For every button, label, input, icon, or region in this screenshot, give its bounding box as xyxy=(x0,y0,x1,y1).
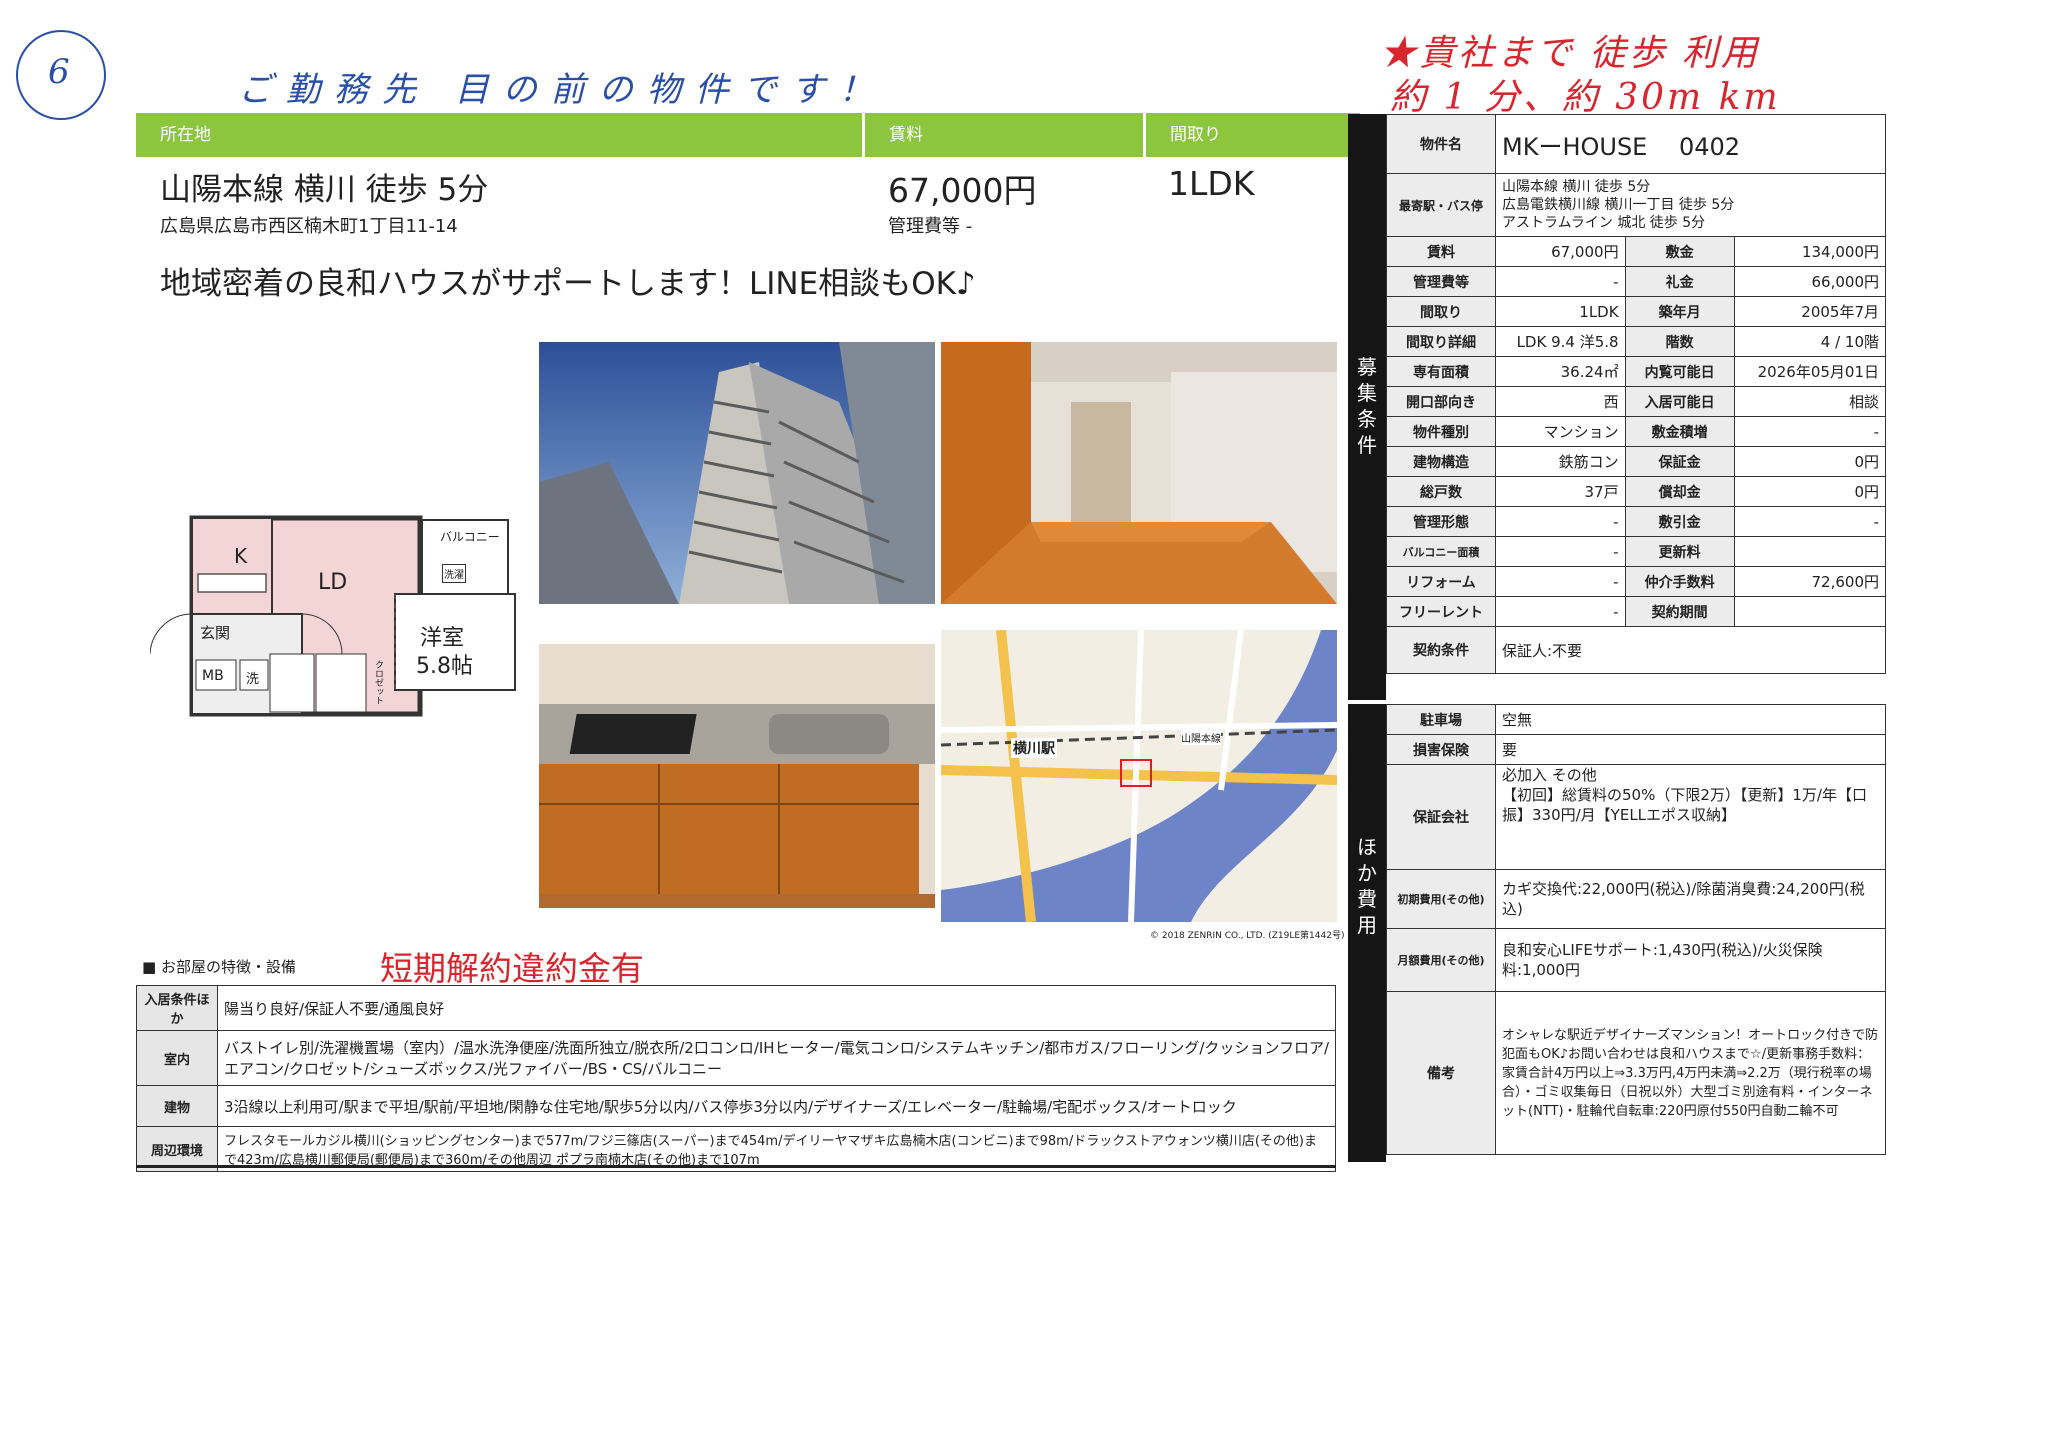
station-summary: 山陽本線 横川 徒歩 5分 xyxy=(160,172,489,208)
initial-cost-value: カギ交換代:22,000円(税込)/除菌消臭費:24,200円(税込) xyxy=(1495,869,1886,929)
features-table: 入居条件ほか 陽当り良好/保証人不要/通風良好 室内 バストイレ別/洗濯機置場（… xyxy=(136,985,1336,1172)
floorplan-closet: クロゼット xyxy=(373,660,383,705)
contract-terms: 保証人:不要 xyxy=(1495,626,1886,674)
other-costs-table: 駐車場 空無 損害保険 要 保証会社 必加入 その他 【初回】総賃料の50%（下… xyxy=(1386,704,1886,1155)
layout-header: 間取り xyxy=(1146,113,1360,157)
layout-summary: 1LDK xyxy=(1168,164,1255,203)
mgmt-fee-summary: 管理費等 - xyxy=(888,216,973,237)
remarks-value: オシャレな駅近デザイナーズマンション！オートロック付きで防犯面もOK♪お問い合わ… xyxy=(1495,991,1886,1155)
table-row: リフォーム - 仲介手数料 72,600円 xyxy=(1386,566,1887,597)
floorplan-k: K xyxy=(234,544,248,568)
short-term-penalty-note: 短期解約違約金有 xyxy=(380,949,644,988)
table-row: 賃料 67,000円 敷金 134,000円 xyxy=(1386,236,1887,267)
table-row: 駐車場 空無 xyxy=(1386,704,1886,735)
catchphrase: 地域密着の良和ハウスがサポートします！LINE相談もOK♪ xyxy=(160,266,976,302)
area-map: 横川駅 山陽本線 xyxy=(941,630,1337,922)
other-costs-header: ほ か 費 用 xyxy=(1348,704,1386,1162)
guarantor-value: 必加入 その他 【初回】総賃料の50%（下限2万）【更新】1万/年【口振】330… xyxy=(1495,764,1886,870)
parking-value: 空無 xyxy=(1495,704,1886,735)
table-row: 建物 3沿線以上利用可/駅まで平坦/駅前/平坦地/閑静な住宅地/駅歩5分以内/バ… xyxy=(136,1085,1336,1127)
feature-label: 建物 xyxy=(136,1085,218,1127)
map-line-label: 山陽本線 xyxy=(1181,730,1221,745)
feature-text: 3沿線以上利用可/駅まで平坦/駅前/平坦地/閑静な住宅地/駅歩5分以内/バス停歩… xyxy=(217,1085,1336,1127)
table-row: 保証会社 必加入 その他 【初回】総賃料の50%（下限2万）【更新】1万/年【口… xyxy=(1386,764,1886,870)
table-row: 専有面積 36.24㎡ 内覧可能日 2026年05月01日 xyxy=(1386,356,1887,387)
nearest-stations: 山陽本線 横川 徒歩 5分 広島電鉄横川線 横川一丁目 徒歩 5分 アストラムラ… xyxy=(1495,173,1886,237)
feature-text: 陽当り良好/保証人不要/通風良好 xyxy=(217,985,1336,1031)
property-spec-table: 物件名 MKーHOUSE 0402 最寄駅・バス停 山陽本線 横川 徒歩 5分 … xyxy=(1386,114,1887,674)
feature-label: 室内 xyxy=(136,1030,218,1086)
page-number: 6 xyxy=(48,52,70,92)
table-row: 室内 バストイレ別/洗濯機置場（室内）/温水洗浄便座/洗面所独立/脱衣所/2口コ… xyxy=(136,1030,1336,1086)
table-row: 入居条件ほか 陽当り良好/保証人不要/通風良好 xyxy=(136,985,1336,1031)
table-row: 建物構造 鉄筋コン 保証金 0円 xyxy=(1386,446,1887,477)
nearest-station-label: 最寄駅・バス停 xyxy=(1386,173,1496,237)
location-header: 所在地 xyxy=(136,113,862,157)
recruitment-terms-header: 募 集 条 件 xyxy=(1348,114,1386,700)
table-row: 物件名 MKーHOUSE 0402 xyxy=(1386,114,1886,174)
map-copyright: © 2018 ZENRIN CO., LTD. (Z19LE第1442号) xyxy=(1150,931,1345,941)
table-row: 間取り 1LDK 築年月 2005年7月 xyxy=(1386,296,1887,327)
insurance-value: 要 xyxy=(1495,734,1886,765)
table-row: 管理形態 - 敷引金 - xyxy=(1386,506,1887,537)
feature-text: バストイレ別/洗濯機置場（室内）/温水洗浄便座/洗面所独立/脱衣所/2口コンロ/… xyxy=(217,1030,1336,1086)
floorplan-washer: 洗濯 xyxy=(442,564,466,583)
table-row: 最寄駅・バス停 山陽本線 横川 徒歩 5分 広島電鉄横川線 横川一丁目 徒歩 5… xyxy=(1386,173,1886,237)
contract-terms-label: 契約条件 xyxy=(1386,626,1496,674)
features-bottom-rule xyxy=(136,1165,1336,1168)
handwritten-access-line2: 約 1 分、約 30m km xyxy=(1390,77,1781,118)
floorplan-ld: LD xyxy=(318,570,348,595)
floorplan: K LD バルコニー 洗濯 玄関 MB 洗 洋室 5.8帖 クロゼット xyxy=(149,514,520,724)
property-name-label: 物件名 xyxy=(1386,114,1496,174)
monthly-cost-value: 良和安心LIFEサポート:1,430円(税込)/火災保険料:1,000円 xyxy=(1495,928,1886,992)
floorplan-entrance: 玄関 xyxy=(200,624,231,642)
floorplan-wash: 洗 xyxy=(246,672,260,687)
table-row: フリーレント - 契約期間 xyxy=(1386,596,1887,627)
map-station-label: 横川駅 xyxy=(1011,738,1057,758)
floorplan-mb: MB xyxy=(202,668,224,684)
table-row: 月額費用(その他) 良和安心LIFEサポート:1,430円(税込)/火災保険料:… xyxy=(1386,928,1886,992)
living-room-photo xyxy=(941,342,1337,604)
table-row: 間取り詳細 LDK 9.4 洋5.8 階数 4 / 10階 xyxy=(1386,326,1887,357)
rent-summary: 67,000円 xyxy=(888,171,1037,210)
table-row: 備考 オシャレな駅近デザイナーズマンション！オートロック付きで防犯面もOK♪お問… xyxy=(1386,991,1886,1155)
table-row: 契約条件 保証人:不要 xyxy=(1386,626,1886,674)
handwritten-note: ご勤務先 目の前の物件です！ xyxy=(238,70,887,110)
table-row: 総戸数 37戸 償却金 0円 xyxy=(1386,476,1887,507)
table-row: バルコニー面積 - 更新料 xyxy=(1386,536,1887,567)
property-name: MKーHOUSE 0402 xyxy=(1495,114,1886,174)
features-heading: ■ お部屋の特徴・設備 xyxy=(142,958,296,976)
kitchen-photo xyxy=(539,644,935,908)
table-row: 管理費等 - 礼金 66,000円 xyxy=(1386,266,1887,297)
floorplan-balcony: バルコニー xyxy=(440,530,500,544)
floorplan-room-size: 5.8帖 xyxy=(416,654,473,679)
table-row: 物件種別 マンション 敷金積増 - xyxy=(1386,416,1887,447)
address: 広島県広島市西区楠木町1丁目11-14 xyxy=(160,216,458,237)
building-exterior-photo xyxy=(539,342,935,604)
table-row: 初期費用(その他) カギ交換代:22,000円(税込)/除菌消臭費:24,200… xyxy=(1386,869,1886,929)
table-row: 損害保険 要 xyxy=(1386,734,1886,765)
rent-header: 賃料 xyxy=(865,113,1143,157)
feature-label: 入居条件ほか xyxy=(136,985,218,1031)
table-row: 開口部向き西 入居可能日 相談 xyxy=(1386,386,1887,417)
